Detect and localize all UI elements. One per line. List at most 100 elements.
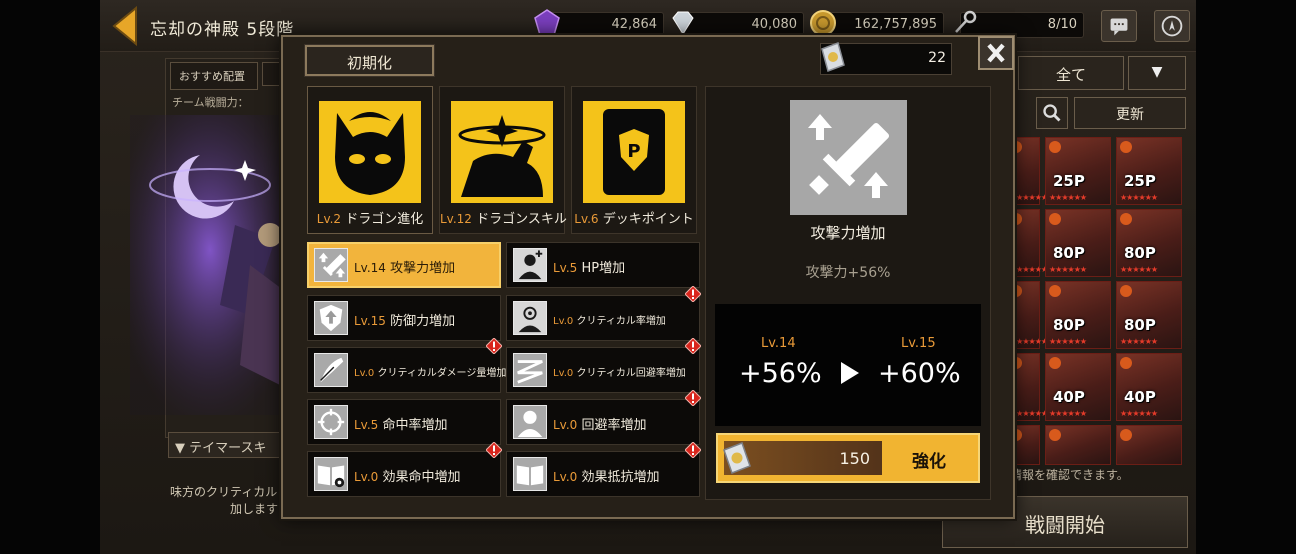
rarity-stars-icon: ★★★★★★ — [1049, 193, 1087, 202]
letterbox-left — [0, 0, 100, 554]
next-value: +60% — [878, 358, 961, 389]
card-points: 25P — [1053, 172, 1085, 190]
rarity-stars-icon: ★★★★★★ — [1049, 265, 1087, 274]
skill-item-critical-evade[interactable]: Lv.0 クリティカル回避率増加 — [506, 347, 700, 393]
rarity-stars-icon: ★★★★★★ — [1120, 265, 1158, 274]
skill-label: Lv.5 命中率増加 — [354, 414, 447, 433]
skill-item-evade-person[interactable]: Lv.0 回避率増加 — [506, 399, 700, 445]
skill-name: 防御力増加 — [390, 314, 456, 329]
search-icon — [1043, 104, 1061, 122]
detail-title: 攻撃力増加 — [810, 224, 886, 242]
card-points: 25P — [1124, 172, 1156, 190]
critical-target-icon — [513, 301, 547, 335]
rarity-stars-icon: ★★★★★★ — [1049, 337, 1087, 346]
skill-label: Lv.5 HP増加 — [553, 257, 625, 276]
sword-up-large-icon — [790, 100, 907, 215]
chat-icon — [1110, 18, 1128, 36]
back-button[interactable] — [110, 5, 140, 47]
skill-item-shield-up[interactable]: Lv.15 防御力増加 — [307, 295, 501, 341]
element-badge-icon — [1049, 213, 1061, 225]
category-deck-point[interactable]: P Lv.6 デッキポイント — [571, 86, 697, 234]
skill-item-critical-slash[interactable]: Lv.0 クリティカルダメージ量増加 — [307, 347, 506, 393]
recommend-extra-button[interactable] — [262, 62, 282, 86]
skill-label: Lv.0 効果命中増加 — [354, 466, 460, 485]
tamer-skill-header[interactable]: ▼ テイマースキ — [168, 432, 283, 458]
dragon-card[interactable]: 80P ★★★★★★ — [1045, 281, 1111, 349]
skill-level: Lv.5 — [354, 418, 379, 432]
skill-level: Lv.14 — [354, 261, 386, 275]
skill-name: 攻撃力増加 — [390, 261, 456, 276]
gold-coin-icon — [808, 8, 838, 38]
skill-level: Lv.0 — [354, 368, 375, 379]
skill-item-person-hp[interactable]: Lv.5 HP増加 — [506, 242, 700, 288]
next-level: Lv.15 — [901, 336, 936, 351]
dragon-card[interactable] — [1116, 425, 1182, 465]
crosshair-icon — [314, 405, 348, 439]
card-points: 40P — [1053, 388, 1085, 406]
compass-icon — [1161, 15, 1183, 37]
team-power-label: チーム戦闘力： — [172, 96, 249, 109]
dragon-card[interactable]: 25P ★★★★★★ — [1116, 137, 1182, 205]
scroll-ticket-icon — [818, 41, 848, 75]
diamond-icon — [668, 8, 698, 38]
category-level: Lv.12 — [440, 212, 472, 226]
purple-gem-icon — [532, 8, 562, 38]
card-points: 80P — [1124, 316, 1156, 334]
skill-item-sword-up[interactable]: Lv.14 攻撃力増加 — [307, 242, 501, 288]
skill-item-book-hit[interactable]: Lv.0 効果命中増加 — [307, 451, 501, 497]
critical-evade-icon — [513, 353, 547, 387]
search-button[interactable] — [1036, 97, 1068, 129]
rarity-stars-icon: ★★★★★★ — [1010, 337, 1048, 346]
card-points: 80P — [1053, 244, 1085, 262]
element-badge-icon — [1049, 285, 1061, 297]
upgrade-label: 強化 — [912, 452, 946, 472]
card-points: 80P — [1124, 244, 1156, 262]
recommend-button[interactable]: おすすめ配置 — [170, 62, 258, 90]
dragon-card[interactable]: 25P ★★★★★★ — [1045, 137, 1111, 205]
filter-dropdown-button[interactable]: ▼ — [1128, 56, 1186, 90]
deck-point-card-icon: P — [583, 101, 685, 203]
close-button[interactable] — [978, 36, 1014, 70]
skill-desc-line-1: 味方のクリティカル — [170, 485, 278, 499]
dragon-card[interactable] — [1045, 425, 1111, 465]
skill-level: Lv.15 — [354, 314, 386, 328]
menu-button[interactable] — [1154, 10, 1190, 42]
dragon-mask-icon — [319, 101, 421, 203]
dragon-card[interactable]: 40P ★★★★★★ — [1116, 353, 1182, 421]
dragon-card[interactable]: 80P ★★★★★★ — [1045, 209, 1111, 277]
category-dragon-skill[interactable]: Lv.12 ドラゴンスキル — [439, 86, 567, 234]
update-button[interactable]: 更新 — [1074, 97, 1186, 129]
skill-item-crosshair[interactable]: Lv.5 命中率増加 — [307, 399, 501, 445]
critical-slash-icon — [314, 353, 348, 387]
rarity-stars-icon: ★★★★★★ — [1010, 265, 1048, 274]
currency-amount: 22 — [928, 50, 946, 66]
dragon-card[interactable]: 80P ★★★★★★ — [1116, 209, 1182, 277]
element-badge-icon — [1049, 357, 1061, 369]
chevron-down-icon: ▼ — [1151, 64, 1163, 80]
skill-name: 命中率増加 — [382, 418, 448, 433]
info-text: 情報を確認できます。 — [1010, 468, 1129, 482]
arrow-right-icon — [841, 362, 859, 384]
skill-label: Lv.0 効果抵抗増加 — [553, 466, 659, 485]
category-label: Lv.2 ドラゴン進化 — [308, 208, 432, 227]
skill-level: Lv.0 — [354, 470, 379, 484]
character-art — [130, 115, 290, 415]
category-name: デッキポイント — [602, 212, 694, 227]
skill-name: 回避率増加 — [581, 418, 647, 433]
filter-all-select[interactable]: 全て — [1018, 56, 1124, 90]
person-hp-icon — [513, 248, 547, 282]
category-dragon-evolution[interactable]: Lv.2 ドラゴン進化 — [307, 86, 433, 234]
dragon-card[interactable]: 40P ★★★★★★ — [1045, 353, 1111, 421]
skill-name: 効果命中増加 — [382, 470, 461, 485]
skill-name: クリティカルダメージ量増加 — [377, 368, 507, 379]
svg-text:P: P — [627, 141, 640, 162]
skill-item-book-resist[interactable]: Lv.0 効果抵抗増加 — [506, 451, 700, 497]
element-badge-icon — [1120, 141, 1132, 153]
category-level: Lv.6 — [574, 212, 599, 226]
alert-icon — [684, 441, 702, 459]
skill-item-critical-target[interactable]: Lv.0 クリティカル率増加 — [506, 295, 700, 341]
chat-button[interactable] — [1101, 10, 1137, 42]
reset-button[interactable]: 初期化 — [304, 44, 435, 77]
dragon-card[interactable]: 80P ★★★★★★ — [1116, 281, 1182, 349]
card-points: 40P — [1124, 388, 1156, 406]
